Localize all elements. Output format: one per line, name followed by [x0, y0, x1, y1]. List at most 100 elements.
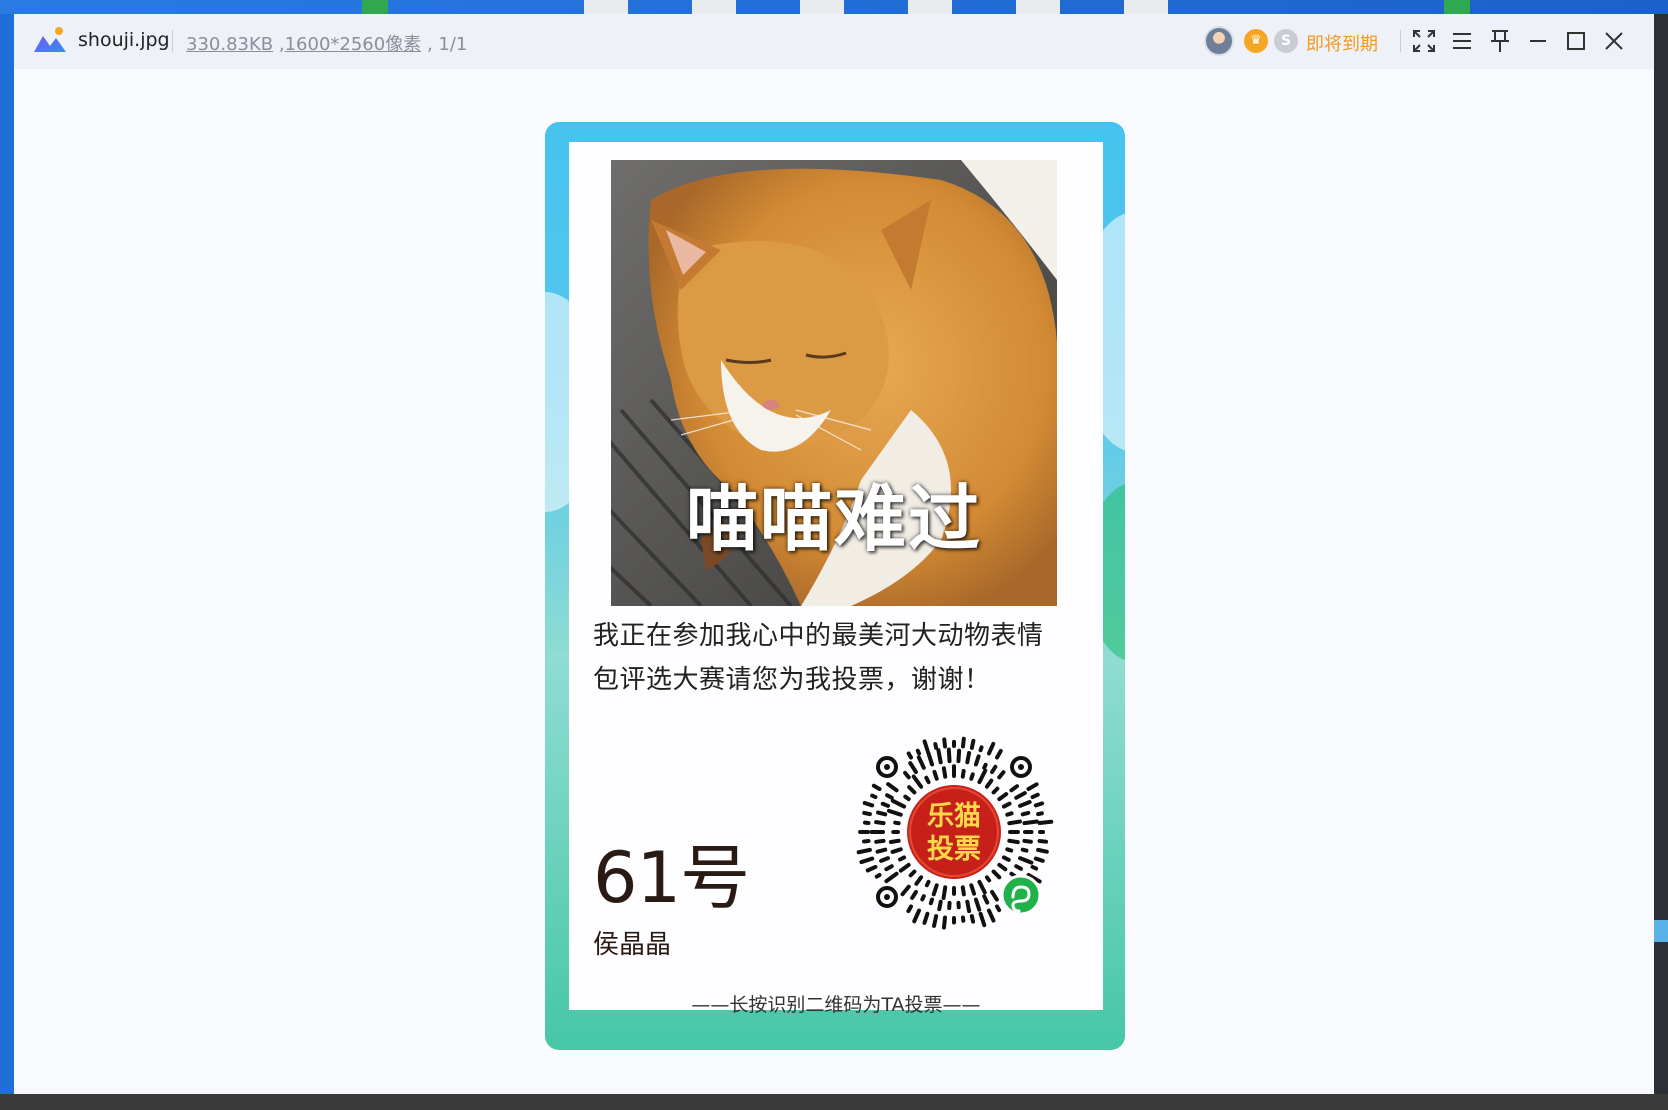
qr-ray: [984, 875, 992, 883]
menu-button[interactable]: [1447, 26, 1477, 56]
qr-ray: [916, 755, 926, 770]
qr-instruction: ——长按识别二维码为TA投票——: [691, 994, 981, 1016]
qr-ray: [865, 864, 878, 873]
qr-ray: [932, 914, 939, 928]
desktop-icon-spreadsheet[interactable]: [1444, 0, 1470, 14]
title-bar[interactable]: shouji.jpg 330.83KB ,1600*2560像素 , 1/1 ♛…: [14, 14, 1654, 69]
desktop-icon-spreadsheet[interactable]: [362, 0, 388, 14]
qr-ray: [888, 838, 901, 844]
entrant-name: 侯晶晶: [593, 930, 672, 960]
qr-ray: [1033, 856, 1045, 863]
qr-ray: [886, 782, 899, 793]
qr-ray: [936, 748, 943, 765]
image-canvas[interactable]: 喵喵难过 我正在参加我心中的最美河大动物表情 包评选大赛请您为我投票，谢谢！ 6…: [14, 69, 1654, 1094]
qr-ray: [911, 774, 924, 789]
qr-ray: [1018, 856, 1034, 865]
qr-ray: [1005, 847, 1014, 853]
qr-ray: [876, 810, 888, 817]
qr-ray: [862, 810, 872, 817]
qr-ray: [924, 879, 931, 888]
qr-ray: [965, 899, 972, 914]
pin-button[interactable]: [1485, 26, 1515, 56]
qr-ray: [871, 783, 882, 791]
taskbar-edge: [0, 1094, 1668, 1110]
qr-ray: [977, 768, 988, 785]
qr-ray: [990, 764, 998, 775]
cat-photo: 喵喵难过: [611, 160, 1057, 606]
qr-ray: [879, 856, 890, 863]
meme-caption: 喵喵难过: [685, 477, 982, 561]
qr-ray: [908, 869, 917, 878]
fullscreen-button[interactable]: [1409, 26, 1439, 56]
appeal-line: 我正在参加我心中的最美河大动物表情: [593, 621, 1044, 651]
qr-ray: [1001, 855, 1011, 862]
s-badge-icon[interactable]: S: [1274, 29, 1298, 53]
qr-ray: [986, 908, 996, 923]
pin-icon: [1491, 30, 1509, 52]
close-button[interactable]: [1599, 26, 1629, 56]
poster-image: 喵喵难过 我正在参加我心中的最美河大动物表情 包评选大赛请您为我投票，谢谢！ 6…: [545, 122, 1125, 1050]
qr-ray: [884, 871, 899, 884]
appeal-line: 包评选大赛请您为我投票，谢谢！: [593, 665, 991, 695]
qr-ray: [960, 885, 966, 897]
qr-ray: [997, 770, 1006, 780]
qr-ray: [991, 869, 1002, 880]
crown-badge-icon[interactable]: ♛: [1244, 29, 1268, 53]
qr-ray: [946, 747, 952, 764]
qr-ray: [906, 751, 913, 760]
qr-ray: [973, 754, 981, 767]
user-avatar[interactable]: [1204, 26, 1234, 56]
desktop-icon-file[interactable]: [692, 0, 736, 14]
qr-ray: [859, 856, 875, 865]
qr-ray: [862, 800, 875, 808]
qr-ray: [1007, 838, 1020, 845]
qr-ray: [1014, 791, 1027, 800]
qr-ray: [1037, 838, 1049, 844]
qr-ray: [933, 742, 939, 750]
qr-ray: [982, 762, 988, 770]
qr-ray: [910, 889, 918, 900]
qr-ray: [898, 862, 911, 873]
qr-ray: [965, 751, 972, 765]
qr-ray: [1033, 801, 1045, 808]
file-size[interactable]: 330.83KB: [186, 34, 273, 55]
qr-ray: [978, 911, 987, 928]
qr-ray: [924, 775, 931, 785]
desktop-icon-file[interactable]: [1016, 0, 1060, 14]
minimize-icon: [1530, 40, 1546, 42]
qr-ray: [1018, 800, 1032, 808]
vote-appeal-text: 我正在参加我心中的最美河大动物表情 包评选大赛请您为我投票，谢谢！: [593, 614, 1093, 702]
desktop-icon-file[interactable]: [584, 0, 628, 14]
qr-ray: [1036, 811, 1044, 817]
qr-ray: [926, 750, 935, 767]
minimize-button[interactable]: [1523, 26, 1553, 56]
file-info: 330.83KB ,1600*2560像素 , 1/1: [186, 34, 468, 55]
desktop-icon-file[interactable]: [1124, 0, 1168, 14]
qr-ray: [922, 911, 930, 925]
qr-ray: [1030, 864, 1039, 871]
qr-ray: [960, 736, 966, 749]
page-counter: 1/1: [438, 34, 468, 55]
qr-ray: [912, 908, 922, 924]
qr-ray: [1007, 819, 1022, 826]
desktop-icon-file[interactable]: [908, 0, 952, 14]
qr-ray: [874, 873, 882, 879]
qr-ray: [1005, 811, 1014, 817]
qr-ray: [941, 915, 948, 930]
background-window-edge: [1653, 14, 1668, 1094]
qr-ray: [995, 749, 1003, 760]
image-dimensions[interactable]: 1600*2560像素: [285, 34, 422, 55]
qr-ray: [870, 793, 878, 800]
qr-ray: [969, 738, 976, 750]
qr-ray: [978, 745, 984, 753]
maximize-button[interactable]: [1561, 26, 1591, 56]
qr-ray: [903, 770, 911, 780]
qr-ray: [997, 792, 1009, 802]
membership-expire-link[interactable]: 即将到期: [1306, 30, 1378, 56]
qr-ray: [1022, 819, 1039, 826]
desktop-icon-file[interactable]: [800, 0, 844, 14]
qr-ray: [941, 766, 948, 779]
file-name: shouji.jpg: [78, 29, 170, 51]
qr-ray: [942, 737, 948, 749]
qr-ray: [1009, 784, 1020, 793]
